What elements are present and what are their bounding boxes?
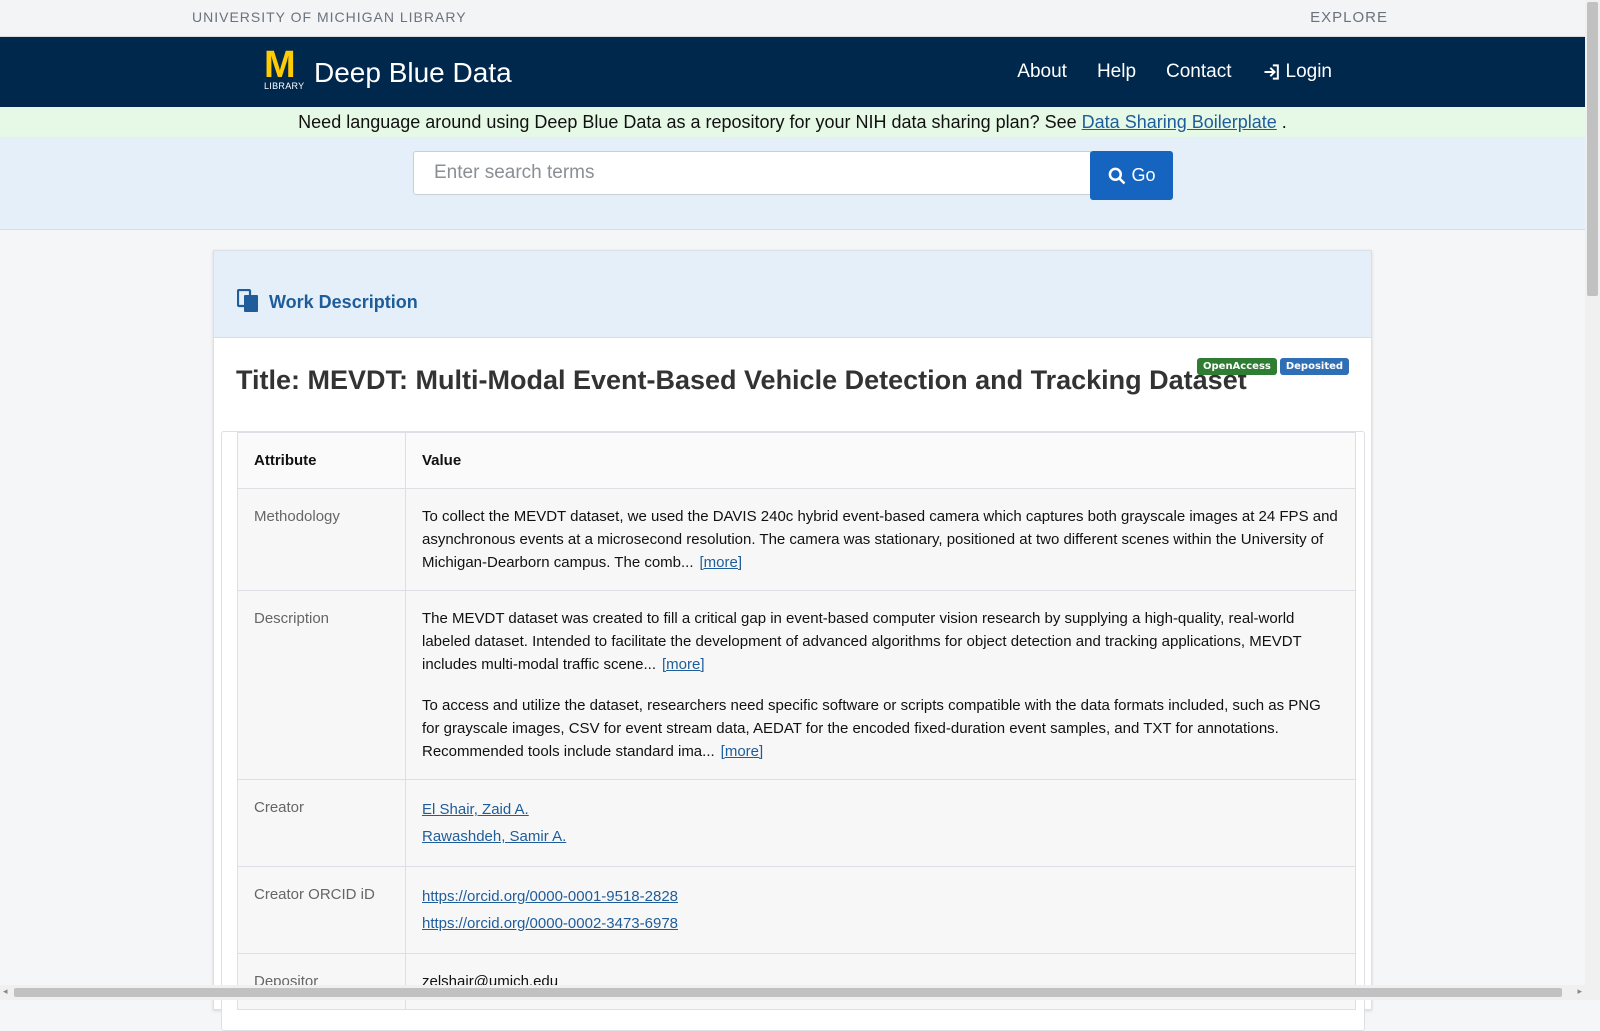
- attributes-table: Attribute Value Methodology To collect t…: [237, 432, 1356, 1010]
- orcid-link-1[interactable]: https://orcid.org/0000-0001-9518-2828: [422, 883, 1339, 910]
- attr-label-methodology: Methodology: [237, 488, 406, 591]
- nav-help[interactable]: Help: [1097, 61, 1136, 83]
- title-row: Title: MEVDT: Multi-Modal Event-Based Ve…: [214, 338, 1371, 430]
- search-go-button[interactable]: Go: [1090, 151, 1173, 200]
- table-row-creator: Creator El Shair, Zaid A. Rawashdeh, Sam…: [237, 779, 1356, 867]
- attr-value-depositor: zelshair@umich.edu: [405, 953, 1356, 1010]
- creator-link-2[interactable]: Rawashdeh, Samir A.: [422, 823, 1339, 850]
- table-row-orcid: Creator ORCID iD https://orcid.org/0000-…: [237, 866, 1356, 954]
- description-paragraph: To access and utilize the dataset, resea…: [422, 694, 1339, 763]
- university-link[interactable]: UNIVERSITY OF MICHIGAN LIBRARY: [192, 9, 467, 25]
- description-more-link-2[interactable]: [more]: [721, 743, 764, 760]
- description-text-1: The MEVDT dataset was created to fill a …: [422, 610, 1302, 673]
- site-title: Deep Blue Data: [314, 57, 512, 88]
- utility-bar: UNIVERSITY OF MICHIGAN LIBRARY EXPLORE: [0, 0, 1585, 37]
- scroll-left-arrow-icon[interactable]: ◂: [3, 987, 8, 997]
- nav-contact[interactable]: Contact: [1166, 61, 1231, 83]
- attr-label-description: Description: [237, 590, 406, 780]
- announcement-suffix: .: [1276, 112, 1287, 132]
- login-icon: [1264, 64, 1279, 80]
- table-row-description: Description The MEVDT dataset was create…: [237, 590, 1356, 780]
- attr-label-depositor: Depositor: [237, 953, 406, 1010]
- go-label: Go: [1131, 165, 1156, 185]
- horizontal-scrollbar[interactable]: ◂ ▸: [0, 985, 1585, 1000]
- attr-value-creator: El Shair, Zaid A. Rawashdeh, Samir A.: [405, 779, 1356, 867]
- panel-heading-title: Work Description: [269, 292, 418, 312]
- attr-value-methodology: To collect the MEVDT dataset, we used th…: [405, 488, 1356, 591]
- vertical-scrollbar[interactable]: [1585, 0, 1600, 1000]
- description-paragraph: The MEVDT dataset was created to fill a …: [422, 607, 1339, 676]
- explore-menu[interactable]: EXPLORE: [1310, 9, 1388, 26]
- search-area: Go: [0, 137, 1585, 230]
- attr-label-creator: Creator: [237, 779, 406, 867]
- nav-login[interactable]: Login: [1262, 61, 1333, 83]
- search-input[interactable]: [413, 151, 1091, 195]
- work-title: Title: MEVDT: Multi-Modal Event-Based Ve…: [236, 365, 1247, 395]
- table-row-methodology: Methodology To collect the MEVDT dataset…: [237, 488, 1356, 591]
- deposited-badge: Deposited: [1279, 358, 1350, 375]
- nav-links: About Help Contact Login: [1017, 37, 1332, 107]
- panel-heading: Work Description: [214, 251, 1371, 338]
- header-attribute: Attribute: [237, 432, 406, 489]
- umich-logo: M LIBRARY: [264, 44, 308, 95]
- scroll-right-arrow-icon[interactable]: ▸: [1577, 987, 1582, 997]
- orcid-link-2[interactable]: https://orcid.org/0000-0002-3473-6978: [422, 910, 1339, 937]
- data-sharing-boilerplate-link[interactable]: Data Sharing Boilerplate: [1082, 112, 1277, 132]
- description-text-2: To access and utilize the dataset, resea…: [422, 697, 1321, 760]
- methodology-text: To collect the MEVDT dataset, we used th…: [422, 508, 1338, 571]
- description-more-link-1[interactable]: [more]: [662, 656, 705, 673]
- navbar: M LIBRARY Deep Blue Data About Help Cont…: [0, 37, 1585, 107]
- status-badges: OpenAccess Deposited: [1197, 358, 1350, 375]
- login-label: Login: [1285, 61, 1333, 82]
- creator-link-1[interactable]: El Shair, Zaid A.: [422, 796, 1339, 823]
- attr-value-orcid: https://orcid.org/0000-0001-9518-2828 ht…: [405, 866, 1356, 954]
- brand-home-link[interactable]: M LIBRARY Deep Blue Data: [264, 44, 512, 97]
- attr-label-orcid: Creator ORCID iD: [237, 866, 406, 954]
- search-icon: [1109, 167, 1126, 184]
- attr-value-description: The MEVDT dataset was created to fill a …: [405, 590, 1356, 780]
- vertical-scroll-thumb[interactable]: [1587, 2, 1598, 296]
- nih-announcement: Need language around using Deep Blue Dat…: [0, 107, 1585, 137]
- announcement-text: Need language around using Deep Blue Dat…: [298, 112, 1082, 132]
- table-row-depositor: Depositor zelshair@umich.edu: [237, 953, 1356, 1010]
- methodology-more-link[interactable]: [more]: [700, 554, 743, 571]
- horizontal-scroll-thumb[interactable]: [14, 988, 1562, 997]
- nav-about[interactable]: About: [1017, 61, 1067, 83]
- work-panel: Work Description Title: MEVDT: Multi-Mod…: [213, 250, 1372, 1031]
- attributes-table-wrap: Attribute Value Methodology To collect t…: [221, 431, 1365, 1031]
- logo-sub: LIBRARY: [264, 81, 305, 91]
- document-icon: [237, 289, 258, 312]
- open-access-badge: OpenAccess: [1197, 358, 1277, 375]
- header-value: Value: [405, 432, 1356, 489]
